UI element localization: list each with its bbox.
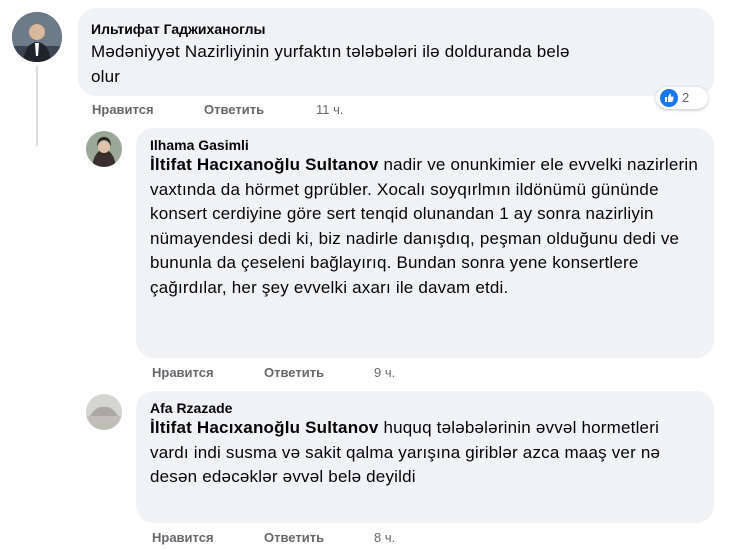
like-button[interactable]: Нравится [92, 102, 154, 117]
timestamp[interactable]: 8 ч. [374, 530, 395, 545]
avatar[interactable] [86, 131, 122, 167]
reply-button[interactable]: Ответить [264, 365, 324, 380]
reaction-summary[interactable]: 2 [656, 87, 708, 109]
avatar[interactable] [86, 394, 122, 430]
comment-text: Mədəniyyət Nazirliyinin yurfaktın tələbə… [91, 42, 570, 86]
comment-text: İltifat Hacıxanoğlu Sultanov nadir ve on… [150, 153, 698, 300]
comment-text-content: nadir ve onunkimier ele evvelki nazirler… [150, 155, 699, 297]
like-button[interactable]: Нравится [152, 365, 214, 380]
reply-thread-line [36, 66, 38, 146]
reaction-count: 2 [682, 90, 690, 105]
like-icon [660, 89, 678, 107]
reply-button[interactable]: Ответить [204, 102, 264, 117]
comment-author[interactable]: Ilhama Gasimli [150, 137, 249, 153]
mention-link[interactable]: İltifat Hacıxanoğlu Sultanov [150, 155, 379, 174]
mention-link[interactable]: İltifat Hacıxanoğlu Sultanov [150, 418, 379, 437]
reply-button[interactable]: Ответить [264, 530, 324, 545]
avatar[interactable] [12, 12, 62, 62]
timestamp[interactable]: 9 ч. [374, 365, 395, 380]
comment-text: İltifat Hacıxanoğlu Sultanov huquq tələb… [150, 416, 698, 490]
comment-author[interactable]: Ильтифат Гаджиханоглы [91, 21, 265, 37]
comment-author[interactable]: Afa Rzazade [150, 400, 232, 416]
like-button[interactable]: Нравится [152, 530, 214, 545]
timestamp[interactable]: 11 ч. [316, 102, 344, 117]
